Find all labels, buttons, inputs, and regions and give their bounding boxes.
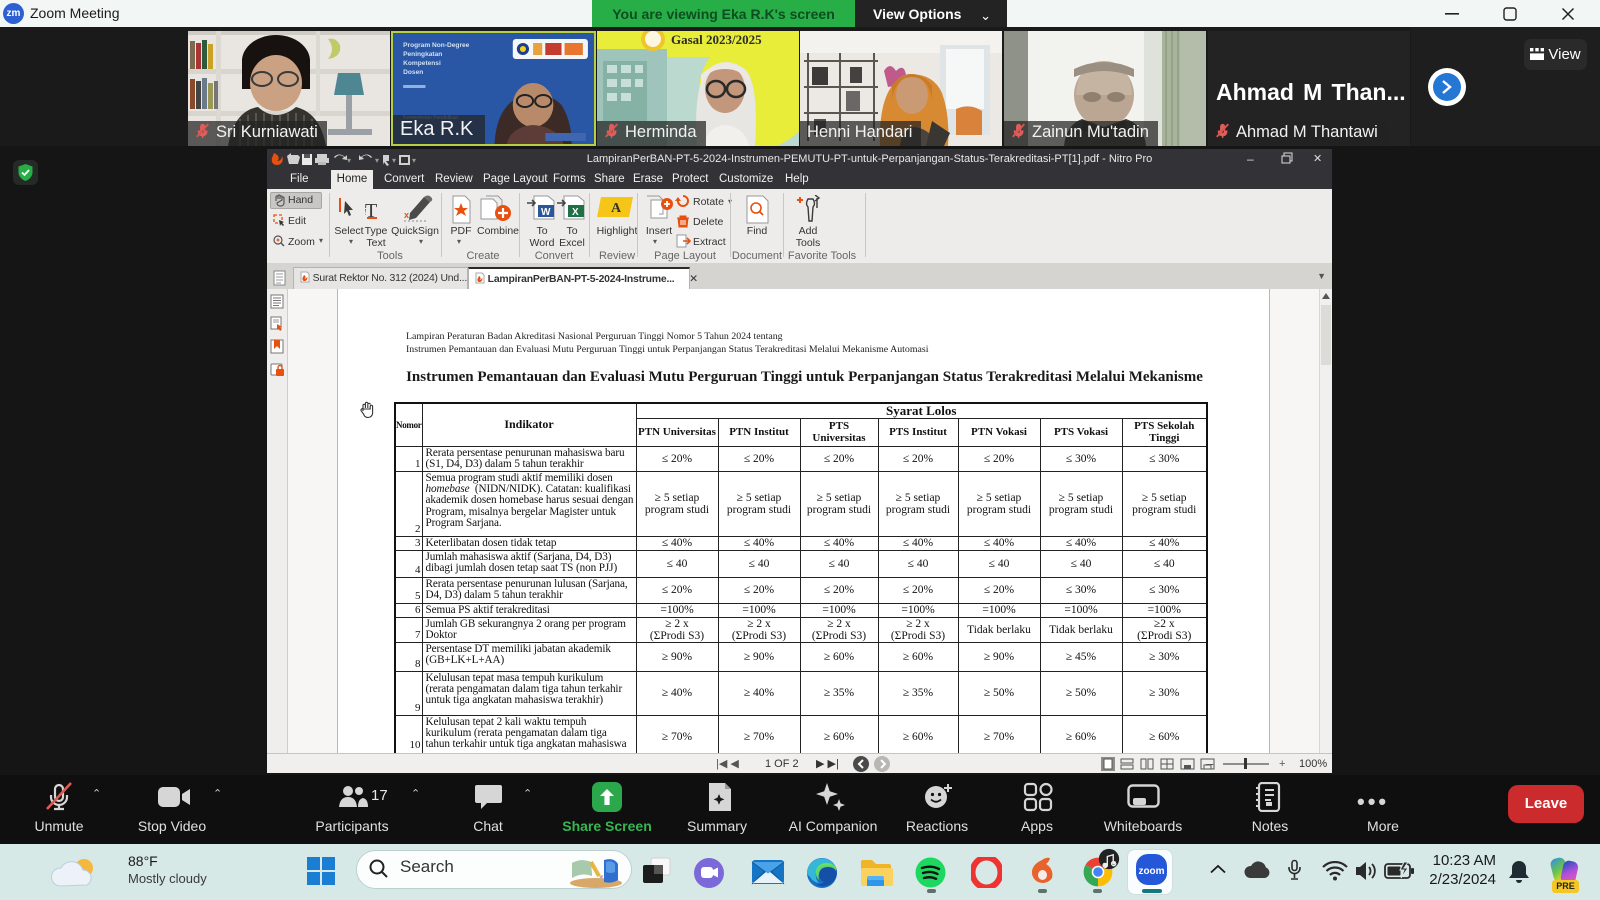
svg-text:Peningkatan: Peningkatan (403, 51, 442, 58)
svg-text:x: x (404, 210, 409, 220)
svg-text:X: X (572, 207, 579, 218)
svg-text:Kompetensi: Kompetensi (403, 60, 441, 67)
svg-text:A: A (611, 201, 622, 216)
svg-text:Dosen: Dosen (403, 69, 423, 76)
svg-text:zoom: zoom (1138, 866, 1164, 877)
svg-text:Program Non-Degree: Program Non-Degree (403, 42, 470, 49)
svg-text:Gasal 2023/2025: Gasal 2023/2025 (671, 32, 762, 47)
svg-text:W: W (541, 207, 551, 218)
